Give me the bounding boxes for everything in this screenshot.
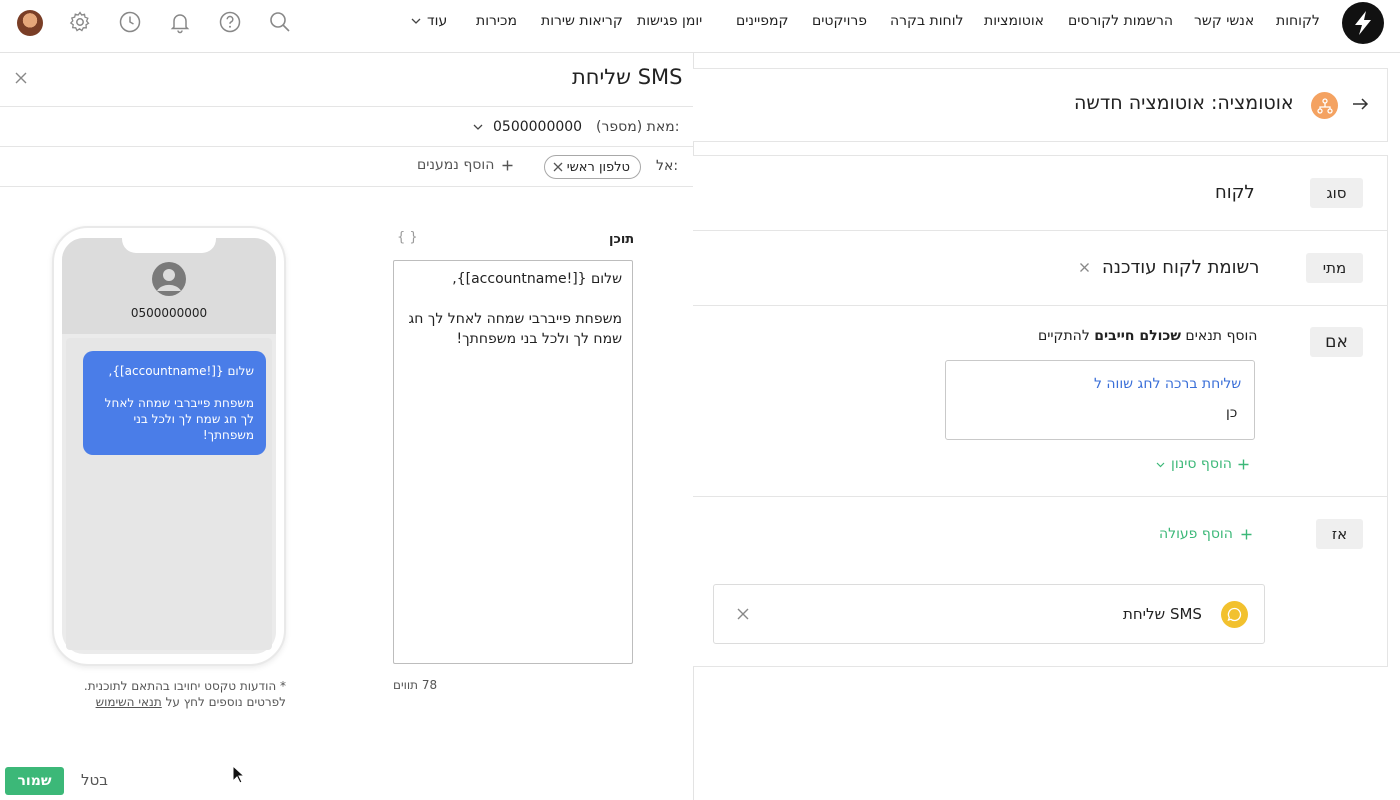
section-divider: [693, 305, 1388, 306]
nav-item-sales[interactable]: מכירות: [476, 13, 517, 29]
message-bubble: שלום {[!accountname]}, משפחת פייברבי שמח…: [83, 351, 266, 455]
plus-icon: [1241, 529, 1252, 539]
bubble-line-2: משפחת פייברבי שמחה לאחל לך חג שמח לך ולכ…: [104, 396, 254, 442]
chat-bubble-icon: [1227, 607, 1242, 622]
nav-item-course-registrations[interactable]: הרשמות לקורסים: [1068, 13, 1173, 29]
chevron-down-icon: [1156, 462, 1165, 467]
action-name: שליחת SMS: [1123, 605, 1202, 623]
billing-note-prefix: לפרטים נוספים לחץ על: [161, 695, 286, 709]
phone-contact-number: 0500000000: [130, 306, 208, 320]
type-label: סוג: [1310, 178, 1363, 208]
sms-action-icon: [1221, 601, 1248, 628]
nav-more-menu[interactable]: עוד: [411, 13, 447, 29]
divider: [0, 106, 693, 107]
plus-icon: [502, 160, 513, 170]
nav-item-customers[interactable]: לקוחות: [1276, 13, 1320, 29]
content-line-1: שלום {[!accountname]},: [452, 271, 622, 287]
condition-value[interactable]: כן: [1226, 405, 1237, 421]
add-action-button[interactable]: הוסף פעולה: [1159, 526, 1252, 542]
content-label: תוכן: [609, 232, 635, 247]
close-icon[interactable]: [1079, 262, 1090, 273]
automation-nodes-icon: [1316, 97, 1333, 114]
billing-note: * הודעות טקסט יחויבו בהתאם לתוכנית. לפרט…: [60, 678, 286, 710]
divider: [0, 146, 693, 147]
nav-item-service-calls[interactable]: קריאות שירות: [541, 13, 623, 29]
add-recipients-label: הוסף נמענים: [417, 157, 495, 173]
close-icon[interactable]: [737, 608, 749, 620]
plus-icon: [1238, 459, 1249, 469]
if-hint-bold: שכולם חייבים: [1094, 328, 1181, 344]
recipient-chip[interactable]: טלפון ראשי: [544, 155, 641, 179]
char-count: 78 תווים: [393, 678, 438, 692]
gear-icon[interactable]: [68, 10, 92, 34]
chevron-down-icon: [411, 18, 421, 24]
help-icon[interactable]: [218, 10, 242, 34]
nav-item-dashboards[interactable]: לוחות בקרה: [890, 13, 963, 29]
add-action-label: הוסף פעולה: [1159, 526, 1233, 542]
chevron-down-icon: [473, 124, 483, 130]
when-value[interactable]: רשומת לקוח עודכנה: [1102, 257, 1259, 278]
section-divider: [693, 230, 1388, 231]
divider: [0, 186, 693, 187]
content-line-2: משפחת פייברבי שמחה לאחל לך חג שמח לך ולכ…: [408, 311, 622, 347]
search-icon[interactable]: [268, 10, 292, 34]
if-hint-suffix: להתקיים: [1038, 328, 1095, 344]
terms-of-use-link[interactable]: תנאי השימוש: [96, 695, 162, 709]
bubble-line-1: שלום {[!accountname]},: [108, 364, 254, 378]
nav-item-automations[interactable]: אוטומציות: [984, 13, 1044, 29]
nav-item-campaigns[interactable]: קמפיינים: [736, 13, 788, 29]
phone-notch: [122, 228, 216, 253]
add-recipients-button[interactable]: הוסף נמענים: [417, 157, 513, 173]
app-logo[interactable]: [1342, 2, 1384, 44]
add-filter-button[interactable]: הוסף סינון: [1156, 456, 1249, 472]
nav-item-contacts[interactable]: אנשי קשר: [1194, 13, 1254, 29]
contact-avatar-icon: [152, 262, 186, 296]
billing-note-line-1: * הודעות טקסט יחויבו בהתאם לתוכנית.: [83, 679, 286, 693]
logo-bolt-icon: [1355, 11, 1371, 35]
section-divider: [693, 496, 1388, 497]
user-avatar[interactable]: [17, 10, 43, 36]
from-number-select[interactable]: 0500000000: [473, 119, 582, 135]
nav-item-projects[interactable]: פרויקטים: [812, 13, 867, 29]
automation-icon: [1311, 92, 1338, 119]
if-hint-prefix: הוסף תנאים: [1180, 328, 1258, 344]
cancel-button[interactable]: בטל: [81, 771, 108, 789]
sms-content-textarea[interactable]: שלום {[!accountname]}, משפחת פייברבי שמח…: [393, 260, 633, 664]
from-number-value: 0500000000: [493, 119, 583, 135]
save-button[interactable]: שמור: [5, 767, 64, 795]
clock-icon[interactable]: [118, 10, 142, 34]
recipient-chip-label: טלפון ראשי: [566, 159, 630, 175]
type-value[interactable]: לקוח: [1215, 182, 1255, 203]
variables-icon[interactable]: { }: [397, 230, 418, 245]
if-label: אם: [1310, 327, 1363, 357]
remove-chip-icon[interactable]: [553, 162, 563, 172]
nav-more-label: עוד: [427, 13, 448, 29]
sms-panel-title: שליחת SMS: [572, 65, 683, 89]
add-filter-label: הוסף סינון: [1171, 456, 1232, 472]
if-hint: הוסף תנאים שכולם חייבים להתקיים: [1038, 328, 1257, 344]
arrow-right-back-icon[interactable]: [1351, 95, 1369, 113]
automation-title: אוטומציה: אוטומציה חדשה: [1074, 92, 1294, 114]
bell-icon[interactable]: [168, 10, 192, 34]
to-label: אל:: [656, 158, 679, 174]
billing-note-line-2: לפרטים נוספים לחץ על תנאי השימוש: [60, 694, 286, 710]
mouse-cursor-icon: [232, 765, 246, 784]
close-icon[interactable]: [15, 72, 27, 84]
when-label: מתי: [1306, 253, 1363, 283]
then-label: אז: [1316, 519, 1363, 549]
nav-item-meetings-calendar[interactable]: יומן פגישות: [637, 13, 702, 29]
from-label: מאת (מספר):: [596, 119, 680, 135]
condition-box[interactable]: [945, 360, 1255, 440]
condition-field[interactable]: שליחת ברכה לחג שווה ל: [1094, 376, 1241, 392]
